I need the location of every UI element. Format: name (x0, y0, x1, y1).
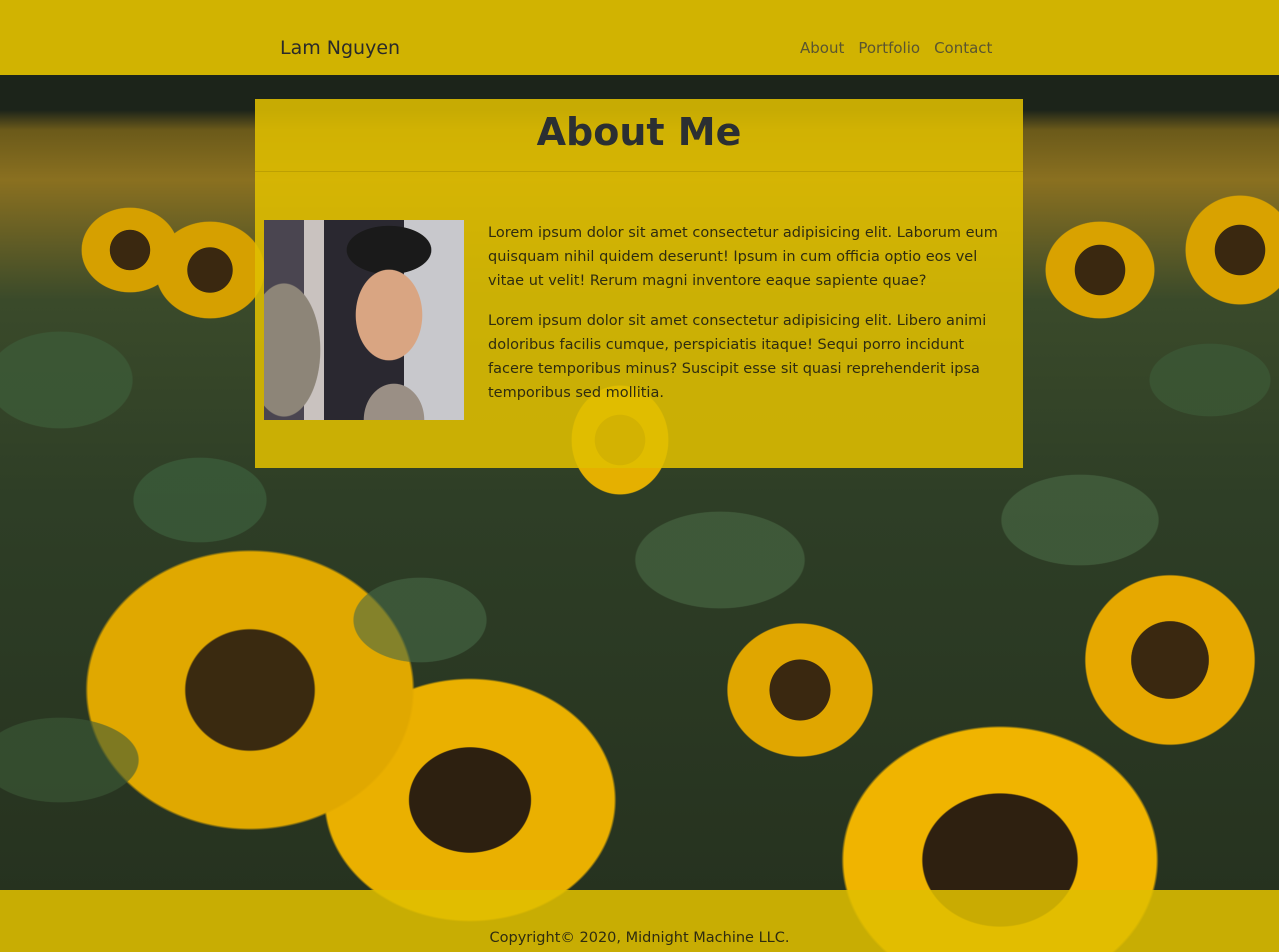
nav-link-about[interactable]: About (800, 38, 844, 58)
about-panel: About Me Lorem ipsum dolor sit amet cons… (255, 99, 1023, 468)
navbar: Lam Nguyen About Portfolio Contact (0, 0, 1279, 75)
nav-link-portfolio[interactable]: Portfolio (858, 38, 920, 58)
about-paragraph-2: Lorem ipsum dolor sit amet consectetur a… (488, 313, 987, 401)
about-paragraph-1: Lorem ipsum dolor sit amet consectetur a… (488, 225, 998, 289)
title-divider (255, 171, 1023, 172)
brand-name[interactable]: Lam Nguyen (280, 36, 400, 60)
page: Lam Nguyen About Portfolio Contact About… (0, 0, 1279, 952)
about-text: Lorem ipsum dolor sit amet consectetur a… (488, 221, 1008, 421)
footer: Copyright© 2020, Midnight Machine LLC. (0, 890, 1279, 952)
nav-link-contact[interactable]: Contact (934, 38, 992, 58)
nav-links: About Portfolio Contact (800, 38, 992, 58)
profile-photo (264, 220, 464, 420)
copyright-text: Copyright© 2020, Midnight Machine LLC. (489, 930, 790, 946)
page-title: About Me (536, 110, 742, 154)
